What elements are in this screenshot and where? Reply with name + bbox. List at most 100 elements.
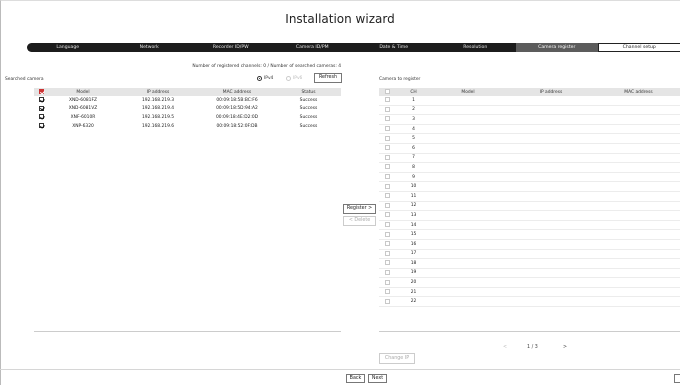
channel-row[interactable]: 17 (379, 249, 680, 260)
channel-row[interactable]: 6 (379, 143, 680, 154)
channel-row[interactable]: 2 (379, 105, 680, 116)
wizard-title: Installation wizard (285, 12, 395, 26)
register-camera-table: CH Model IP address MAC address 1 2 3 4 … (379, 88, 680, 308)
column-ch: CH (396, 88, 431, 96)
channel-checkbox[interactable] (385, 269, 390, 275)
channel-row[interactable]: 19 (379, 268, 680, 279)
channel-row[interactable]: 3 (379, 114, 680, 125)
table-row[interactable]: XNP-6320 192.168.219.6 00:09:18:52:0F:DB… (34, 122, 341, 131)
cell-ch: 16 (396, 239, 431, 250)
channel-checkbox[interactable] (385, 241, 390, 247)
channel-checkbox[interactable] (385, 260, 390, 266)
channel-checkbox[interactable] (385, 106, 390, 112)
channel-checkbox[interactable] (385, 145, 390, 151)
channel-row[interactable]: 13 (379, 210, 680, 221)
select-all-checkbox[interactable] (38, 89, 44, 94)
cell-ch: 7 (396, 153, 431, 164)
channel-row[interactable]: 21 (379, 287, 680, 298)
channel-checkbox[interactable] (385, 126, 390, 132)
channel-row[interactable]: 12 (379, 201, 680, 212)
column-ip-address: IP address (118, 88, 198, 96)
channel-checkbox[interactable] (385, 135, 390, 141)
cell-mac: 00:09:18:5D:94:A2 (216, 106, 258, 112)
register-table-header: CH Model IP address MAC address (379, 88, 680, 96)
step-camera-register: Camera register (516, 43, 598, 52)
channel-row[interactable]: 14 (379, 220, 680, 231)
row-checkbox[interactable] (38, 114, 44, 120)
step-date-time: Date & Time (379, 45, 409, 50)
back-button[interactable]: Back (346, 374, 365, 383)
cell-ip: 192.168.219.4 (141, 106, 175, 112)
cell-ch: 22 (396, 296, 431, 308)
channel-checkbox[interactable] (385, 116, 390, 122)
step-camera-id-pw: Camera ID/PM (295, 45, 329, 50)
channel-row[interactable]: 8 (379, 162, 680, 173)
cell-ch: 6 (396, 143, 431, 154)
cell-ch: 2 (396, 105, 431, 116)
cell-model: XNP-6320 (72, 123, 94, 129)
channel-checkbox[interactable] (385, 289, 390, 295)
step-recorder-id-pw: Recorder ID/PW (212, 45, 249, 50)
refresh-button[interactable]: Refresh (314, 73, 342, 83)
table-row[interactable]: XNF-6010R 192.168.219.5 00:09:18:4E:D2:0… (34, 113, 341, 122)
cell-ch: 8 (396, 162, 431, 173)
cell-ch: 1 (396, 96, 431, 106)
channel-row[interactable]: 20 (379, 277, 680, 288)
cell-ip: 192.168.219.3 (141, 97, 175, 103)
channel-row[interactable]: 18 (379, 258, 680, 269)
cell-ch: 5 (396, 133, 431, 144)
channel-row[interactable]: 4 (379, 124, 680, 135)
channel-checkbox[interactable] (385, 164, 390, 170)
channel-row[interactable]: 15 (379, 229, 680, 240)
channel-checkbox[interactable] (385, 174, 390, 180)
delete-button[interactable]: < Delete (343, 216, 376, 226)
register-button[interactable]: Register > (343, 204, 376, 214)
channel-row[interactable]: 9 (379, 172, 680, 183)
channel-checkbox[interactable] (385, 250, 390, 256)
change-ip-button[interactable]: Change IP (379, 353, 415, 364)
table-row[interactable]: XND-6081VZ 192.168.219.4 00:09:18:5D:94:… (34, 105, 341, 114)
channel-checkbox[interactable] (385, 279, 390, 285)
column-model: Model (48, 88, 118, 96)
column-ip-address: IP address (505, 88, 597, 96)
searched-table-bottom-divider (34, 331, 341, 332)
wizard-step-bar: Language Network Recorder ID/PW Camera I… (27, 43, 680, 52)
column-mac-address: MAC address (597, 88, 680, 96)
footer-edge-button[interactable] (674, 374, 680, 383)
ipv4-label: IPv4 (264, 76, 274, 81)
cell-ch: 9 (396, 172, 431, 183)
channel-checkbox[interactable] (385, 193, 390, 199)
channel-checkbox[interactable] (385, 97, 390, 103)
cell-model: XNF-6010R (70, 114, 96, 120)
channel-row[interactable]: 1 (379, 96, 680, 106)
table-row[interactable]: XND-6081FZ 192.168.219.3 00:09:18:5B:BC:… (34, 96, 341, 105)
channel-row[interactable]: 22 (379, 296, 680, 308)
row-checkbox[interactable] (38, 97, 44, 103)
channel-checkbox[interactable] (385, 222, 390, 228)
cell-ch: 21 (396, 287, 431, 298)
channel-row[interactable]: 16 (379, 239, 680, 250)
cell-ch: 12 (396, 201, 431, 212)
page-prev-button[interactable]: < (503, 345, 507, 350)
cell-ch: 14 (396, 220, 431, 231)
row-checkbox[interactable] (38, 123, 44, 129)
camera-to-register-heading: Camera to register (379, 77, 421, 82)
channel-checkbox[interactable] (385, 202, 390, 208)
channel-checkbox[interactable] (385, 183, 390, 189)
cell-ip: 192.168.219.6 (141, 123, 175, 129)
channel-checkbox[interactable] (385, 212, 390, 218)
channel-checkbox[interactable] (385, 154, 390, 160)
channel-row[interactable]: 11 (379, 191, 680, 202)
ipv4-radio[interactable] (257, 76, 262, 81)
channel-checkbox[interactable] (385, 298, 390, 304)
searched-table-header: Model IP address MAC address Status (34, 88, 341, 96)
register-select-all-checkbox[interactable] (385, 89, 390, 94)
next-button[interactable]: Next (368, 374, 387, 383)
channel-checkbox[interactable] (385, 231, 390, 237)
ipv6-radio[interactable] (286, 76, 291, 81)
channel-row[interactable]: 7 (379, 153, 680, 164)
channel-row[interactable]: 10 (379, 181, 680, 192)
row-checkbox[interactable] (38, 105, 44, 111)
channel-row[interactable]: 5 (379, 133, 680, 144)
page-next-button[interactable]: > (563, 345, 567, 350)
